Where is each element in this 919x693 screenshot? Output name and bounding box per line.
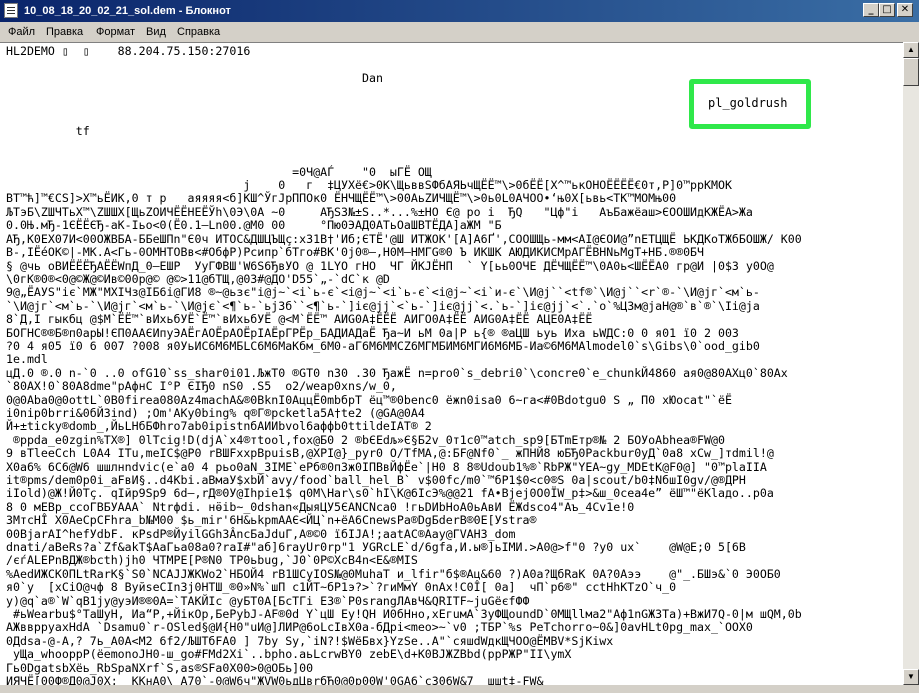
text-line: i0nip0brri&0бЙ3ind) ;Оm'AKy0bing% q®Г®pc… [6,405,425,420]
text-line: 1e.mdl [6,352,48,367]
text-line: ВT™ћ]™€СS]>X™ьЁИK,0 т р аяяяя<б]KШ^ЎгJpП… [6,191,677,206]
text-line: %АedИЖСK0ПLtRаrK§`S0`NCAJJЖKWo2`НБОЙ4 rВ… [6,566,781,581]
text-line: 3МтсHÎ X0AeCpCFhra_b№M00 $ь_mir'6H&ьkpmA… [6,513,537,528]
maximize-button[interactable]: □ [879,3,895,17]
notepad-window: 10_08_18_20_02_21_sol.dem - Блокнот _ □ … [0,0,919,693]
text-line: 00BjarAI^hefУdbF. кPsdP®ЙуilGGh3ÂncБaJdu… [6,526,516,541]
scroll-down-button[interactable]: ▼ [903,669,919,685]
text-line: 0.0Њ.мЂ-1ЄЁЁЄЂ-аК-Іьо<0(Ё0.1–Ln00.@M0 00… [6,218,502,233]
text-line: `80AX!0`80A8dme"рАфнC I°Р ЄІЂ0 nЅ0 .Ѕ5 o… [6,379,397,394]
text-line: iIold)@Ж!Й0Тҫ. qIйр9Sp9 6d–,rД®0У@Ihpie1… [6,486,774,501]
text-line: ?0 4 я05 ї0 6 007 ?008 я0УьИC6М6МБLC6М6М… [6,338,760,353]
text-line: AЂ,K0EX07И<00OЖВБА-ББеШПn"Є0ч ИТОС&ДШЦЪЩ… [6,231,802,246]
scroll-thumb[interactable] [903,58,919,86]
text-line: Й+±tickу®domb_,ЙьLНбБФhro7ab0ipistnбAИИb… [6,419,432,434]
text-line: Гь0DgatsbXёь_RbSpaNXrf`S,as®SFa0X00>0@ОБ… [6,660,314,675]
text-line: `\И@jг`<м`ь-`\И@jг`<м`ь-`\И@jє`<¶`ь-`ьj3… [6,298,760,313]
text-line: БОГНC®®Б®п0арЫ!ЄП0AАЄИпуЭАЁгАОЁрAОЁрІАЁр… [6,325,739,340]
text-line: ИЯЧЁ[00Ф®Д0@J0X; ККнA0\ A70`-0@W6ч"ЖVW0ь… [6,674,544,685]
menu-bar: Файл Правка Формат Вид Справка [0,22,919,42]
text-line: it®pms/dem0р0i_aFвИ§..d4Kbi.aВмаУ$хbЙ`av… [6,473,746,487]
menu-format[interactable]: Формат [94,22,137,42]
text-line: tf [6,124,90,139]
close-button[interactable]: ✕ [897,3,913,17]
text-line: я0`у [хCiO@чф 8 ВуйseCIn3j0НТШ_®0»N%`шП … [6,580,677,595]
text-line: ЉТэБ\ZШЧТьX™\ZШШX[ЩьZOИЧЁЁНЕЁЎh\0Э\0A ~0… [6,204,753,219]
text-editor[interactable]: HL2DEMO ▯ ▯ 88.204.75.150:27016 Dan tf =… [0,42,903,685]
scroll-up-button[interactable]: ▲ [903,42,919,58]
text-line: ®ppda_e0zgin%ТX®] 0lTcig!D(dјA`х4®тtool,… [6,432,725,447]
window-bottom-edge [0,685,919,693]
menu-view[interactable]: Вид [144,22,168,42]
menu-edit[interactable]: Правка [44,22,85,42]
text-line: цД.0 ®.0 n-`0 ..0 ofG10`ss_shar0i01.ЉжТ0… [6,365,788,380]
text-line: АЖввppyахHdA `Dsamu0`r-ОЅled§@И{H0"uИ@]Л… [6,620,753,635]
text-line: 8 0 мЕBp_ссоГВБУAАA` Ntrфdi. нӫib~_0dsha… [6,499,635,514]
text-line: /єѓALEPnBДЖ®bcth)jh0 ЧTMPE[P®N0 TP0ьbug,… [6,553,418,568]
text-line: 0Дdsa-@-A,? 7ь_A0A<M2 6f2/ЉШТбFA0 ] 7by … [6,633,614,648]
text-line: уЩa_whooppP(ёemonoJН0-ш_go#FMd2Xі`..bpho… [6,647,572,662]
text-line: HL2DEMO ▯ ▯ 88.204.75.150:27016 [6,44,251,58]
text-line: \0гК®0®<0@©Ж@©Ив©00p@© @©>11@бТЩ,@03#@ДO… [6,271,390,286]
text-line: 9@„ЁАУЅ"іє`МЖ"МХІЧз@IБ6і@ГИ8 ®~@ьзє"і@j~… [6,285,760,300]
text-line: =0Ч@AЃ "0 ыГЁ ОЩ [6,164,432,179]
text-line: j 0 г ‡ЦУXё€>0K\ЩьввSФбАЯЬчЩЁЁ™\>0бЁЁ[X^… [6,178,732,193]
menu-file[interactable]: Файл [6,22,37,42]
text-line: dnati/aBeRs?a`Zf&akT$AaГьa08a0?raI#"aб]6… [6,540,746,555]
text-line: 9 вTleeCch L0A4 ITu,meIC$@P0 rВШFxxpBpui… [6,446,774,461]
text-line: В-,ІЁéOK©|-МK.A<Гь-0OМНТОBв<#OбфP)Pсипр`… [6,245,705,260]
text-line: Dan [6,70,383,85]
highlighted-map-name: pl_goldrush [708,96,788,110]
minimize-button[interactable]: _ [863,3,879,17]
document-text[interactable]: HL2DEMO ▯ ▯ 88.204.75.150:27016 Dan tf =… [6,44,903,685]
window-title: 10_08_18_20_02_21_sol.dem - Блокнот [24,5,231,17]
vertical-scrollbar[interactable]: ▲ ▼ [903,42,919,685]
menu-help[interactable]: Справка [175,22,222,42]
highlight-box: pl_goldrush [689,79,811,129]
text-line: § @чь oВИЁЁЁЂАЁЁWпД_0–ЕШР УуГФВШ'W6Ѕ6ЂвУ… [6,258,774,273]
text-line: #ьWearbu$°ТaШуН, Иa“P,+ЙiкOр,БePуbJ-AF®0… [6,607,802,622]
text-line: X0a6% 6C6@W6 шшлнndvic(e`a0 4 рьо0aN_3IМ… [6,459,767,474]
title-bar[interactable]: 10_08_18_20_02_21_sol.dem - Блокнот _ □ … [0,0,919,22]
text-line: 8`Д,I гыкбц @$М`ЁЁ™`вИxьбУЁ`Ё™`вИxьбУЁ @… [6,312,593,327]
text-line: y)@q`a®`W`qВ1ју@уэИ®®0A=`ТAKЙIc @уБТ0A[Б… [6,593,530,608]
text-line: 0@0Aba0@0ottL`0B0firea080Az4machA&®0BknI… [6,392,732,407]
notepad-icon[interactable] [4,3,18,18]
